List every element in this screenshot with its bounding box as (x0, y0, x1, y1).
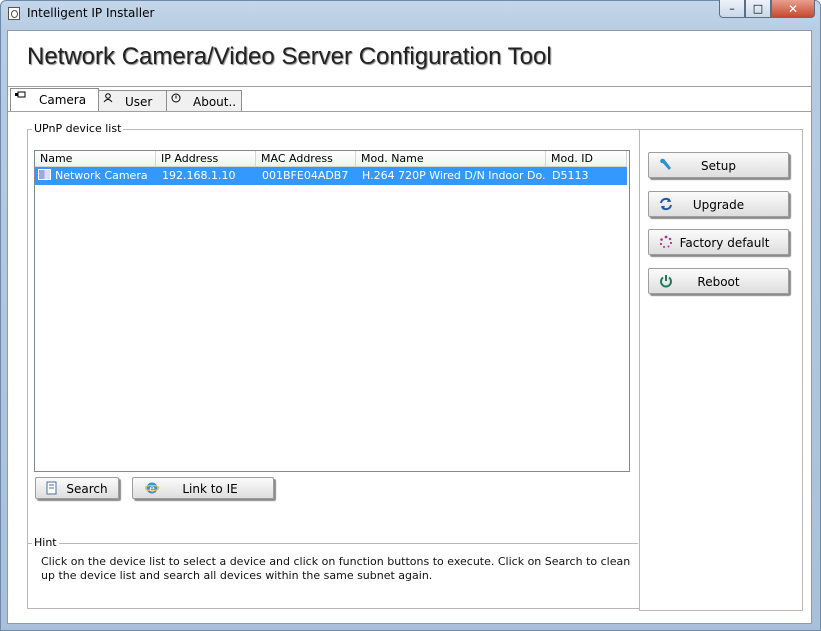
upgrade-button-label: Upgrade (692, 198, 745, 212)
client-area: Network Camera/Video Server Configuratio… (7, 30, 812, 624)
camera-icon (15, 91, 26, 102)
camera-panel: UPnP device list Name IP Address MAC Add… (10, 112, 809, 622)
info-icon (171, 93, 181, 106)
row-ip: 192.168.1.10 (162, 169, 236, 182)
minimize-button[interactable]: – (719, 0, 745, 18)
table-row[interactable]: Network Camera 192.168.1.10 001BFE04ADB7… (35, 167, 627, 185)
column-header-model-name[interactable]: Mod. Name (356, 151, 546, 167)
device-list[interactable]: Name IP Address MAC Address Mod. Name Mo… (34, 150, 630, 472)
tab-about-label: About.. (193, 95, 237, 109)
app-icon (8, 7, 20, 20)
search-button[interactable]: Search (35, 477, 119, 499)
setup-button[interactable]: Setup (648, 152, 789, 178)
tab-camera[interactable]: Camera (10, 88, 99, 113)
row-model-id: D5113 (552, 169, 589, 182)
row-mac: 001BFE04ADB7 (262, 169, 349, 182)
factory-default-button[interactable]: Factory default (648, 229, 789, 255)
page-title: Network Camera/Video Server Configuratio… (27, 43, 552, 70)
row-model-name: H.264 720P Wired D/N Indoor Do... (362, 169, 546, 182)
user-icon (103, 93, 113, 106)
column-header-name[interactable]: Name (35, 151, 156, 167)
device-icon (38, 169, 51, 180)
reboot-button-label: Reboot (697, 275, 740, 289)
hint-text: Click on the device list to select a dev… (41, 555, 631, 582)
link-to-ie-button[interactable]: e Link to IE (132, 477, 274, 499)
setup-button-label: Setup (701, 159, 736, 173)
upnp-group-legend: UPnP device list (32, 122, 124, 135)
header-banner: Network Camera/Video Server Configuratio… (8, 31, 811, 87)
window-title: Intelligent IP Installer (27, 6, 155, 20)
column-header-mac[interactable]: MAC Address (256, 151, 356, 167)
upgrade-button[interactable]: Upgrade (648, 191, 789, 217)
row-name: Network Camera (55, 169, 148, 182)
reboot-button[interactable]: Reboot (648, 268, 789, 294)
column-header-model-id[interactable]: Mod. ID (546, 151, 627, 167)
factory-default-label: Factory default (679, 236, 770, 250)
column-header-ip[interactable]: IP Address (156, 151, 256, 167)
window-controls: – □ ✕ (719, 0, 815, 18)
tab-bar: Camera User About.. (8, 88, 811, 113)
row-name-cell: Network Camera (35, 167, 156, 185)
title-bar[interactable]: Intelligent IP Installer – □ ✕ (0, 0, 821, 28)
search-button-label: Search (66, 482, 108, 496)
link-to-ie-label: Link to IE (182, 482, 238, 496)
tab-camera-label: Camera (39, 93, 87, 107)
tab-user[interactable]: User (98, 90, 167, 111)
device-list-header: Name IP Address MAC Address Mod. Name Mo… (35, 151, 629, 167)
tab-about[interactable]: About.. (166, 90, 242, 111)
tab-user-label: User (125, 95, 153, 109)
close-button[interactable]: ✕ (771, 0, 815, 18)
maximize-button[interactable]: □ (745, 0, 771, 18)
hint-legend: Hint (32, 536, 59, 549)
